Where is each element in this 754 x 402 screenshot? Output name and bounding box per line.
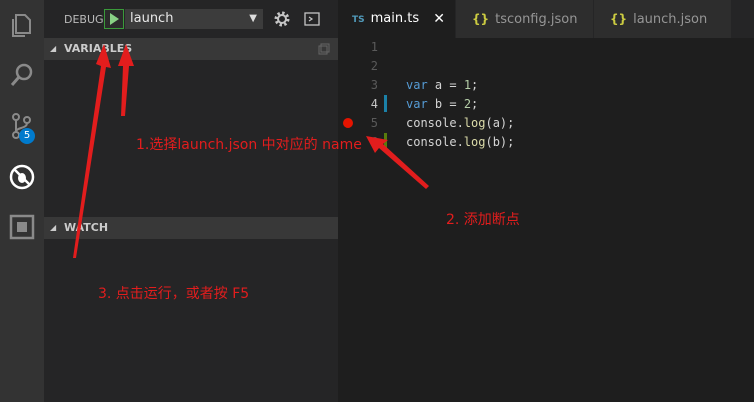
annotation-step2: 2. 添加断点 <box>446 212 520 228</box>
code-token: console. <box>406 135 464 149</box>
json-file-icon: {} <box>610 12 628 26</box>
debug-icon[interactable] <box>7 162 37 192</box>
play-icon <box>110 13 119 25</box>
code-line[interactable]: console.log(b); <box>406 135 514 149</box>
debug-toolbar: DEBUG launch ▼ <box>44 0 338 38</box>
launch-config-value: launch <box>130 11 174 26</box>
code-token: 1 <box>463 78 472 92</box>
variables-title: VARIABLES <box>64 42 133 55</box>
tab-main-ts[interactable]: TS main.ts ✕ <box>338 0 456 38</box>
tab-label: tsconfig.json <box>495 12 578 27</box>
close-icon[interactable]: ✕ <box>433 0 445 38</box>
watch-section-header[interactable]: ◢ WATCH <box>44 217 338 239</box>
line-number: 2 <box>370 59 378 73</box>
line-number: 5 <box>370 116 378 130</box>
expand-icon: ◢ <box>50 44 57 53</box>
variables-section-header[interactable]: ◢ VARIABLES <box>44 38 338 60</box>
tab-label: launch.json <box>633 12 708 27</box>
code-token: b = <box>427 97 464 111</box>
collapse-all-icon[interactable] <box>318 43 330 55</box>
chevron-down-icon: ▼ <box>249 13 257 24</box>
json-file-icon: {} <box>472 12 490 26</box>
code-token: log <box>463 135 486 149</box>
source-control-badge: 5 <box>19 128 35 144</box>
code-line[interactable]: console.log(a); <box>406 116 514 130</box>
start-debugging-button[interactable] <box>104 9 124 29</box>
line-number: 3 <box>370 78 378 92</box>
code-token: var <box>406 78 428 92</box>
added-line-marker <box>384 133 387 150</box>
editor-area: TS main.ts ✕ {} tsconfig.json {} launch.jso… <box>338 0 754 402</box>
code-token: (b); <box>485 135 515 149</box>
tab-label: main.ts <box>370 11 420 26</box>
debug-sidebar: DEBUG launch ▼ ◢ VARIABLES ◢ WATCH <box>44 0 338 402</box>
code-token: console. <box>406 116 464 130</box>
line-number: 1 <box>370 40 378 54</box>
activity-bar: 5 <box>0 0 44 402</box>
launch-config-select[interactable]: launch ▼ <box>125 9 263 29</box>
code-line[interactable]: var b = 2; <box>406 97 478 111</box>
typescript-file-icon: TS <box>352 15 365 25</box>
code-token: ; <box>471 97 479 111</box>
search-icon[interactable] <box>7 60 37 90</box>
modified-line-marker <box>384 95 387 112</box>
tab-launch-json[interactable]: {} launch.json <box>594 0 732 38</box>
extensions-icon[interactable] <box>7 212 37 242</box>
code-token: log <box>463 116 486 130</box>
annotation-step3: 3. 点击运行，或者按 F5 <box>98 286 250 302</box>
gear-icon[interactable] <box>273 10 291 28</box>
code-token: ; <box>471 78 479 92</box>
code-token: (a); <box>485 116 515 130</box>
editor-tabs: TS main.ts ✕ {} tsconfig.json {} launch.jso… <box>338 0 754 38</box>
watch-title: WATCH <box>64 221 109 234</box>
code-line[interactable]: var a = 1; <box>406 78 478 92</box>
annotation-step1: 1.选择launch.json 中对应的 name <box>136 137 362 153</box>
debug-console-icon[interactable] <box>304 12 320 26</box>
debug-label: DEBUG <box>64 13 104 26</box>
expand-icon: ◢ <box>50 223 57 232</box>
tab-tsconfig-json[interactable]: {} tsconfig.json <box>456 0 594 38</box>
line-number: 4 <box>370 97 378 111</box>
code-token: var <box>406 97 428 111</box>
explorer-icon[interactable] <box>7 10 37 40</box>
code-token: 2 <box>463 97 472 111</box>
code-token: a = <box>427 78 464 92</box>
